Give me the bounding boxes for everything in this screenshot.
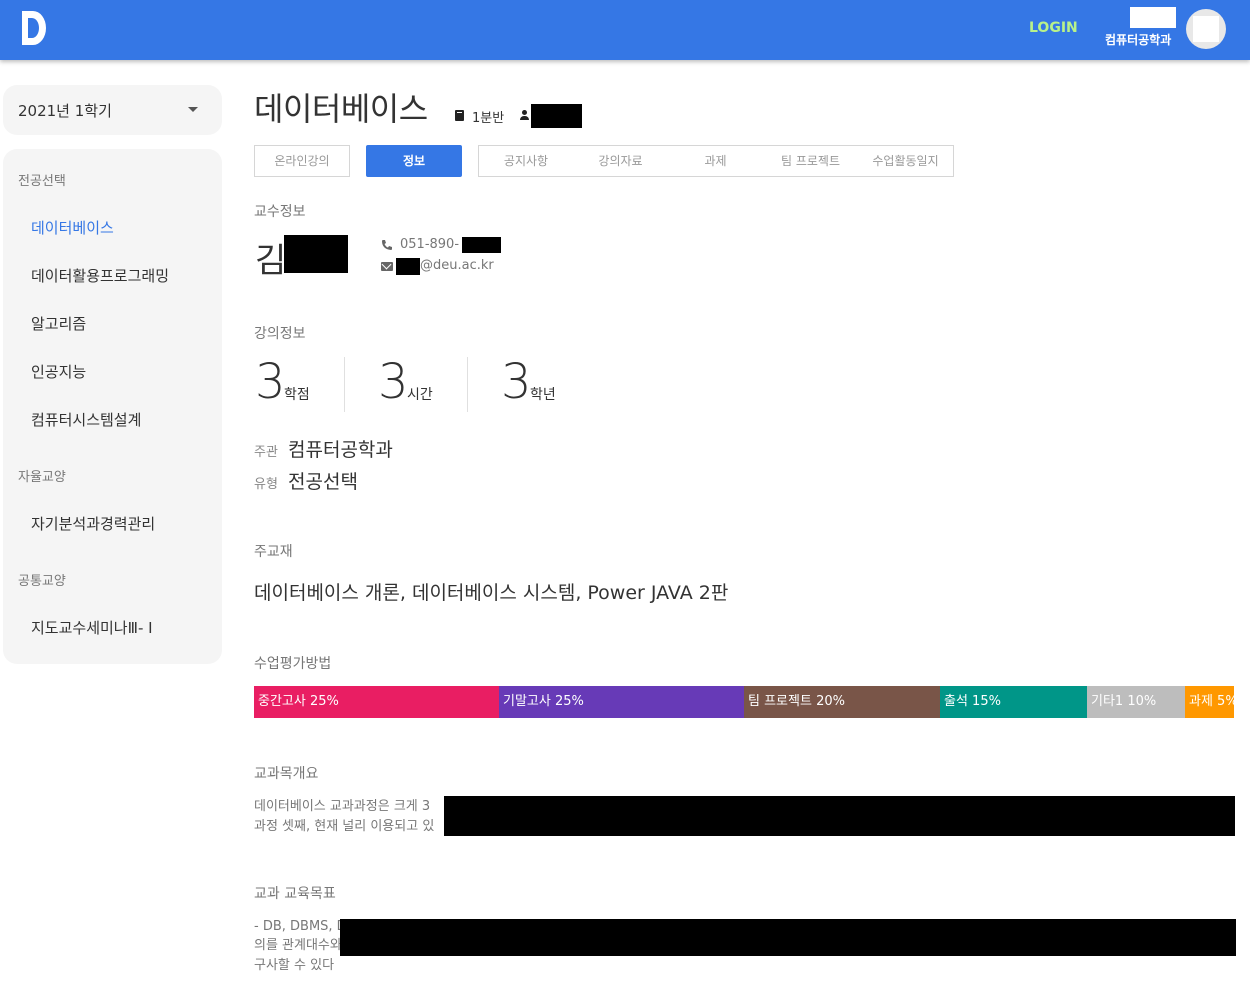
divider [344,357,345,412]
year-unit: 학년 [530,387,556,403]
host-key: 주관 [254,445,278,460]
d-logo-icon[interactable] [18,9,48,47]
evaluation-segment: 팀 프로젝트 20% [744,686,940,718]
professor-section-label: 교수정보 [254,204,306,220]
textbook-section-label: 주교재 [254,544,293,560]
sidebar-item-database[interactable]: 데이터베이스 [31,217,114,238]
professor-name: 김 [255,241,287,281]
semester-select-value: 2021년 1학기 [18,102,112,120]
professor-email: @deu.ac.kr [420,258,494,273]
course-sidebar: 전공선택 데이터베이스 데이터활용프로그래밍 알고리즘 인공지능 컴퓨터시스템설… [3,149,222,664]
type-key: 유형 [254,477,278,492]
phone-icon [382,240,392,250]
type-value: 전공선택 [288,471,358,493]
tab-team-project[interactable]: 팀 프로젝트 [763,145,859,177]
mail-icon [381,262,393,271]
class-section: 1분반 [472,111,505,126]
goals-section-label: 교과 교육목표 [254,886,336,902]
overview-line-2: 과정 셋째, 현재 널리 이용되고 있 [254,819,435,834]
professor-phone: 051-890- [400,237,460,252]
evaluation-segment: 기말고사 25% [499,686,744,718]
sidebar-category-common: 공통교양 [18,574,66,589]
host-value: 컴퓨터공학과 [288,439,393,461]
tab-group: 공지사항 강의자료 과제 팀 프로젝트 수업활동일지 [478,145,954,177]
evaluation-segment: 중간고사 25% [254,686,499,718]
evaluation-segment: 기타1 10% [1087,686,1185,718]
page-title: 데이터베이스 [254,90,428,128]
evaluation-segment: 과제 5% [1185,686,1234,718]
sidebar-item-ai[interactable]: 인공지능 [31,361,86,382]
redacted-goals [340,919,1236,956]
user-name-redacted [1130,7,1176,28]
tab-materials[interactable]: 강의자료 [573,145,669,177]
semester-select[interactable]: 2021년 1학기 [3,85,222,135]
chevron-down-icon [188,107,198,112]
textbook-value: 데이터베이스 개론, 데이터베이스 시스템, Power JAVA 2판 [254,582,729,604]
sidebar-category-liberal: 자율교양 [18,470,66,485]
lecture-section-label: 강의정보 [254,326,306,342]
tab-activity-log[interactable]: 수업활동일지 [858,145,954,177]
sidebar-item-algorithm[interactable]: 알고리즘 [31,313,86,334]
sidebar-item-seminar[interactable]: 지도교수세미나Ⅲ- Ⅰ [31,617,153,638]
hours-value: 3 [378,354,409,410]
redacted-phone-suffix [462,237,501,253]
overview-line-1: 데이터베이스 교과과정은 크게 3 [254,799,431,814]
year-value: 3 [501,354,532,410]
user-department: 컴퓨터공학과 [1105,33,1172,47]
login-button[interactable]: LOGIN [1029,20,1078,36]
top-app-bar: LOGIN 컴퓨터공학과 [0,0,1250,60]
tab-online-lecture[interactable]: 온라인강의 [254,145,350,177]
evaluation-segment: 출석 15% [940,686,1087,718]
goals-line-3: 구사할 수 있다 [254,958,335,973]
redacted-professor-full-name [284,235,348,273]
user-info[interactable]: 컴퓨터공학과 [1101,7,1177,53]
goals-line-1: - DB, DBMS, D [254,919,347,934]
hours-unit: 시간 [407,387,433,403]
evaluation-section-label: 수업평가방법 [254,656,332,672]
sidebar-category-major: 전공선택 [18,174,66,189]
redacted-overview [444,796,1235,836]
goals-line-2: 의를 관계대수와 [254,938,342,953]
divider [467,357,468,412]
tab-assignment[interactable]: 과제 [668,145,764,177]
overview-section-label: 교과목개요 [254,766,319,782]
credit-unit: 학점 [284,387,310,403]
tab-info[interactable]: 정보 [366,145,462,177]
person-icon [519,110,529,120]
redacted-professor-name [531,104,582,128]
sidebar-item-career[interactable]: 자기분석과경력관리 [31,513,155,534]
sidebar-item-system-design[interactable]: 컴퓨터시스템설계 [31,409,141,430]
avatar[interactable] [1186,9,1226,49]
tab-notice[interactable]: 공지사항 [478,145,574,177]
redacted-email-user [396,258,420,275]
credit-value: 3 [255,354,286,410]
book-icon [455,110,464,121]
evaluation-bar: 중간고사 25% 기말고사 25% 팀 프로젝트 20% 출석 15% 기타1 10% 과… [254,686,1234,718]
sidebar-item-data-programming[interactable]: 데이터활용프로그래밍 [31,265,169,286]
